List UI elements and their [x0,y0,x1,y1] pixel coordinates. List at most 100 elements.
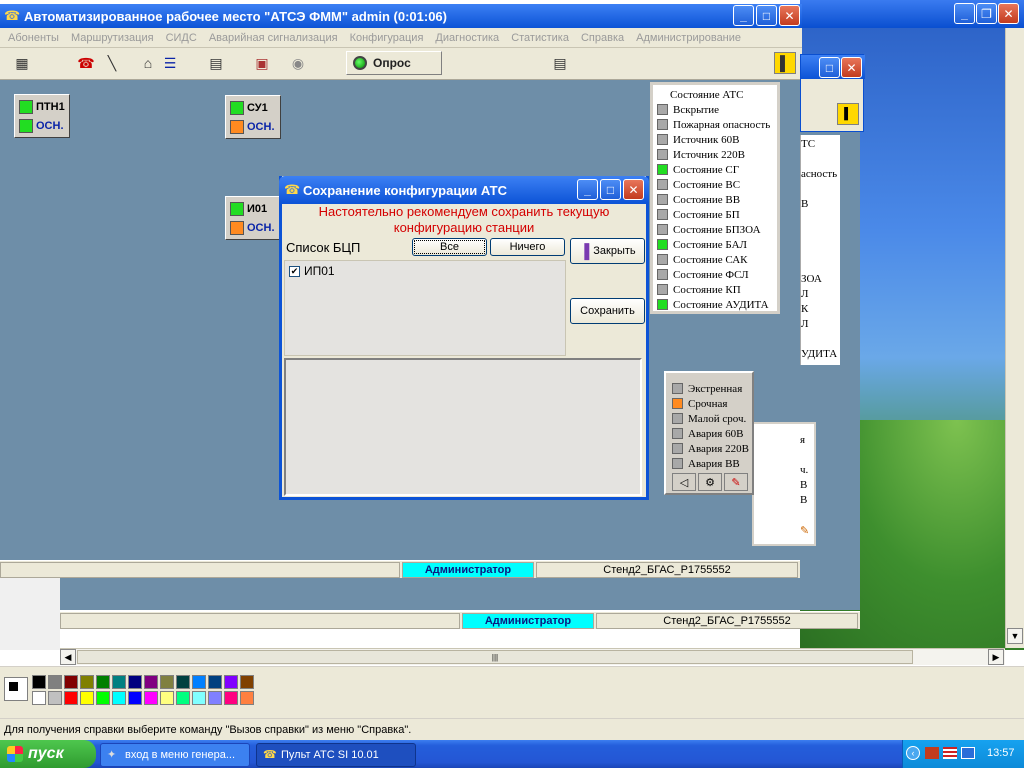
palette-swatch[interactable] [208,675,222,689]
node-su1[interactable]: СУ1 ОСН. [225,95,281,139]
palette-swatch[interactable] [160,691,174,705]
palette-swatch[interactable] [208,691,222,705]
palette-swatch[interactable] [48,691,62,705]
secondary-maximize-button[interactable]: □ [819,57,840,78]
outer-maximize-button[interactable]: ❐ [976,3,997,24]
dialog-minimize-button[interactable]: _ [577,179,598,200]
palette-swatch[interactable] [80,675,94,689]
palette-swatch[interactable] [144,691,158,705]
outer-vertical-scrollbar[interactable]: ▼ [1005,28,1024,648]
taskbar-item-generator[interactable]: ✦ вход в меню генера... [100,743,250,767]
palette-swatch[interactable] [80,691,94,705]
start-button[interactable]: пуск [0,740,96,768]
palette-swatch[interactable] [112,691,126,705]
status-row[interactable]: Состояние ФСЛ [657,267,749,282]
palette-swatch[interactable] [240,675,254,689]
phone-icon[interactable]: ☎ [76,54,96,72]
cable-icon[interactable]: ╲ [102,54,122,72]
close-button[interactable]: ▐ Закрыть [570,238,645,264]
menu-alarm[interactable]: Аварийная сигнализация [203,32,344,44]
palette-swatch[interactable] [32,691,46,705]
menu-diagnostics[interactable]: Диагностика [429,32,505,44]
alarm-row[interactable]: Срочная [672,396,727,411]
outer-close-button[interactable]: ✕ [998,3,1019,24]
palette-swatch[interactable] [128,691,142,705]
status-row[interactable]: Состояние БП [657,207,740,222]
status-row[interactable]: Состояние АУДИТА [657,297,769,312]
bcp-list-item[interactable]: ✔ ИП01 [289,264,335,278]
menu-administration[interactable]: Администрирование [630,32,747,44]
node-ptn1[interactable]: ПТН1 ОСН. [14,94,70,138]
palette-swatch[interactable] [224,691,238,705]
app-minimize-button[interactable]: _ [733,5,754,26]
palette-swatch[interactable] [192,675,206,689]
palette-swatch[interactable] [64,675,78,689]
menu-statistics[interactable]: Статистика [505,32,575,44]
dialog-maximize-button[interactable]: □ [600,179,621,200]
secondary-close-button[interactable]: ✕ [841,57,862,78]
menu-routing[interactable]: Маршрутизация [65,32,160,44]
palette-swatch[interactable] [240,691,254,705]
palette-swatch[interactable] [176,675,190,689]
dialog-log-area[interactable] [284,358,642,496]
sound-toggle-icon[interactable]: ◁ [672,473,696,491]
taskbar-item-ats-console[interactable]: ☎ Пульт АТС SI 10.01 [256,743,416,767]
select-none-button[interactable]: Ничего [490,238,565,256]
save-button[interactable]: Сохранить [570,298,645,324]
scroll-thumb[interactable]: ||| [77,650,913,664]
scroll-down-icon[interactable]: ▼ [1007,628,1023,644]
palette-swatch[interactable] [112,675,126,689]
app-titlebar[interactable]: ☎ Автоматизированное рабочее место "АТСЭ… [0,4,802,28]
language-flag-icon[interactable] [943,747,957,759]
lock-icon[interactable]: ▣ [252,54,272,72]
equalizer-icon[interactable]: ☰ [160,54,180,72]
palette-swatch[interactable] [160,675,174,689]
palette-swatch[interactable] [32,675,46,689]
settings-icon[interactable]: ⚙ [698,473,722,491]
palette-swatch[interactable] [48,675,62,689]
outer-window-titlebar[interactable]: _ ❐ ✕ [800,0,1024,28]
route-icon[interactable]: ⌂ [138,54,158,72]
poll-button[interactable]: Опрос [346,51,442,75]
outer-horizontal-scrollbar[interactable]: ◀ ||| ▶ [60,648,1005,665]
palette-swatch[interactable] [192,691,206,705]
table-icon[interactable]: ▦ [12,54,32,72]
status-row[interactable]: Состояние САК [657,252,747,267]
secondary-window[interactable]: □ ✕ ▌ [800,54,865,132]
status-row[interactable]: Состояние ВВ [657,192,740,207]
status-row[interactable]: Пожарная опасность [657,117,770,132]
select-all-button[interactable]: Все [412,238,487,256]
status-row[interactable]: Источник 60В [657,132,739,147]
status-row[interactable]: Состояние БАЛ [657,237,747,252]
tray-expand-icon[interactable]: ‹ [906,746,920,760]
status-row[interactable]: Источник 220В [657,147,745,162]
status-row[interactable]: Состояние БПЗОА [657,222,761,237]
palette-swatch[interactable] [64,691,78,705]
palette-swatch[interactable] [176,691,190,705]
status-row[interactable]: Состояние ВС [657,177,740,192]
scroll-right-icon[interactable]: ▶ [988,649,1004,665]
menu-configuration[interactable]: Конфигурация [344,32,430,44]
alarm-row[interactable]: Авария 60В [672,426,743,441]
palette-swatch[interactable] [224,675,238,689]
network-icon[interactable] [961,747,975,759]
node-i01[interactable]: И01 ОСН. [225,196,281,240]
dialog-titlebar[interactable]: ☎ Сохранение конфигурации АТС _ □ ✕ [279,176,649,204]
status-row[interactable]: Состояние СГ [657,162,739,177]
menu-sids[interactable]: СИДС [160,32,203,44]
notepad-icon[interactable]: ▤ [550,54,570,72]
exit-door-icon[interactable]: ▌ [837,103,859,125]
scroll-left-icon[interactable]: ◀ [60,649,76,665]
outer-minimize-button[interactable]: _ [954,3,975,24]
palette-swatch[interactable] [128,675,142,689]
alarm-row[interactable]: Малой сроч. [672,411,746,426]
alarm-row[interactable]: Экстренная [672,381,742,396]
alarm-row[interactable]: Авария ВВ [672,456,740,471]
report-icon[interactable]: ▤ [206,54,226,72]
menu-subscribers[interactable]: Абоненты [2,32,65,44]
status-row[interactable]: Состояние КП [657,282,741,297]
alarm-row[interactable]: Авария 220В [672,441,749,456]
menu-help[interactable]: Справка [575,32,630,44]
status-row[interactable]: Вскрытие [657,102,719,117]
dialog-close-x-button[interactable]: ✕ [623,179,644,200]
